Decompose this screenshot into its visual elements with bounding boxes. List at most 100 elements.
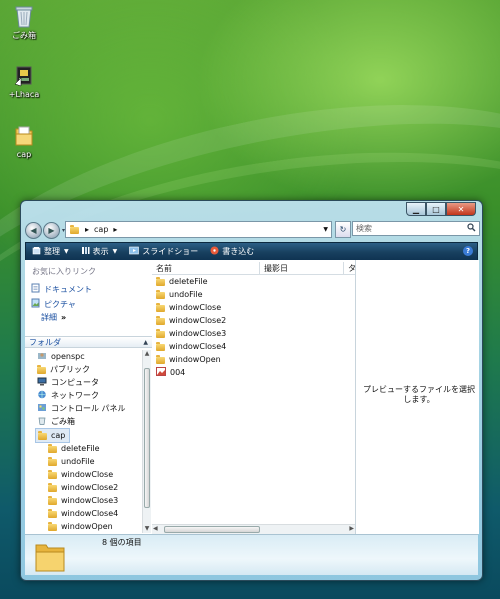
address-bar[interactable]: ▸ cap ▸ ▼ [65,221,332,238]
burn-button[interactable]: 書き込む [204,243,260,260]
back-button[interactable]: ◀ [25,221,42,239]
breadcrumb-separator[interactable]: ▸ [85,225,89,234]
tree-item-label: cap [51,431,66,440]
close-button[interactable]: ✕ [446,202,476,216]
file-name: windowClose [169,303,222,312]
pictures-icon [31,298,40,310]
address-dropdown-icon[interactable]: ▼ [323,226,328,233]
network-icon [37,390,47,401]
tree-item-label: openspc [51,352,85,361]
file-item-deletefile[interactable]: deleteFile [156,275,208,288]
file-item-windowopen[interactable]: windowOpen [156,353,221,366]
views-button[interactable]: 表示 ▼ [75,243,124,260]
forward-button[interactable]: ▶ [43,221,60,239]
tree-item-windowclose[interactable]: windowClose [48,468,113,481]
maximize-button[interactable]: □ [426,202,446,216]
scroll-up-icon[interactable]: ▲ [143,350,151,358]
favorite-link-pictures[interactable]: ピクチャ [31,298,76,310]
help-button[interactable]: ? [463,246,473,256]
folder-icon [156,276,165,286]
file-name: windowOpen [169,355,221,364]
organize-label: 整理 [44,247,60,256]
tree-item-label: コントロール パネル [51,404,126,413]
folder-icon [38,430,47,440]
more-label: 詳細 [41,313,57,322]
folder-icon [156,328,165,338]
command-toolbar: 整理 ▼ 表示 ▼ スライドショー 書き込む ? [25,242,478,261]
desktop-icon-recycle-bin[interactable]: ごみ箱 [2,4,46,41]
file-name: 004 [170,368,186,377]
desktop-icon-label: cap [16,150,32,159]
organize-button[interactable]: 整理 ▼ [26,243,75,260]
tree-item-network[interactable]: ネットワーク [37,389,99,402]
tree-item-deletefile[interactable]: deleteFile [48,442,100,455]
refresh-button[interactable]: ↻ [335,221,351,238]
tree-item-recycle-bin[interactable]: ごみ箱 [37,415,75,428]
folder-icon [48,469,57,479]
tree-item-label: deleteFile [61,444,100,453]
scroll-down-icon[interactable]: ▼ [143,525,151,533]
tree-item-control-panel[interactable]: コントロール パネル [37,402,126,415]
favorite-link-documents[interactable]: ドキュメント [31,283,92,295]
minimize-icon: ▁ [412,204,420,214]
desktop-icon-label: +Lhaca [8,90,40,99]
tree-item-label: ごみ箱 [51,417,75,426]
tree-item-label: undoFile [61,457,95,466]
scroll-right-icon[interactable]: ▶ [349,525,354,532]
folder-icon [156,315,165,325]
breadcrumb-cap[interactable]: cap [94,225,108,234]
file-item-windowclose[interactable]: windowClose [156,301,221,314]
favorite-links-more[interactable]: 詳細 » [41,312,66,323]
file-item-004[interactable]: 004 [156,366,185,379]
tree-item-label: パブリック [50,365,90,374]
tree-item-cap[interactable]: cap [35,428,71,443]
tree-item-label: ネットワーク [51,391,99,400]
search-input[interactable]: 検索 [356,223,372,234]
folder-icon [48,508,57,518]
desktop-icon-cap-folder[interactable]: cap [2,124,46,159]
desktop-icon-lhaca[interactable]: +Lhaca [2,64,46,99]
tree-item-public[interactable]: パブリック [37,363,90,376]
preview-message: プレビューするファイルを選択します。 [363,385,475,404]
file-name: undoFile [169,290,203,299]
file-item-windowclose3[interactable]: windowClose3 [156,327,226,340]
folders-header[interactable]: フォルダ ▲ [25,336,152,348]
tree-item-label: windowClose [61,470,114,479]
tree-item-label: コンピュータ [51,378,99,387]
folder-icon [48,456,57,466]
search-box[interactable]: 検索 [352,221,480,236]
image-file-icon [156,367,166,378]
folder-icon [70,224,79,234]
scroll-left-icon[interactable]: ◀ [153,525,158,532]
file-item-windowclose2[interactable]: windowClose2 [156,314,226,327]
folder-tree-scrollbar[interactable]: ▲ ▼ [142,350,151,533]
file-item-windowclose4[interactable]: windowClose4 [156,340,226,353]
column-headers: 名前 撮影日 タ [152,262,356,275]
chevron-up-icon: ▲ [143,338,148,346]
tree-item-windowclose3[interactable]: windowClose3 [48,494,118,507]
tree-item-windowclose4[interactable]: windowClose4 [48,507,118,520]
navigation-pane: お気に入りリンク ドキュメント ピクチャ 詳細 » フォルダ ▲ openspc [25,260,153,534]
chevron-down-icon: ▼ [112,248,118,255]
chevron-down-icon: ▼ [64,248,69,255]
file-name: windowClose4 [169,342,227,351]
tree-item-openspc[interactable]: openspc [37,350,85,363]
file-item-undofile[interactable]: undoFile [156,288,203,301]
breadcrumb-trail-arrow[interactable]: ▸ [113,225,117,234]
tree-item-windowopen[interactable]: windowOpen [48,520,113,533]
slideshow-button[interactable]: スライドショー [123,243,204,260]
file-name: windowClose3 [169,329,227,338]
scrollbar-thumb[interactable] [144,368,150,508]
minimize-button[interactable]: ▁ [406,202,426,216]
file-list-horizontal-scrollbar[interactable]: ◀ ▶ [152,524,355,534]
tree-item-windowclose2[interactable]: windowClose2 [48,481,118,494]
views-icon [81,246,90,257]
column-header-tags[interactable]: タ [344,262,356,274]
tree-item-label: windowClose2 [61,483,119,492]
column-header-name[interactable]: 名前 [152,262,260,274]
tree-item-undofile[interactable]: undoFile [48,455,95,468]
tree-item-computer[interactable]: コンピュータ [37,376,99,389]
column-header-date-taken[interactable]: 撮影日 [260,262,344,274]
slideshow-icon [129,246,140,257]
scrollbar-thumb[interactable] [164,526,260,533]
